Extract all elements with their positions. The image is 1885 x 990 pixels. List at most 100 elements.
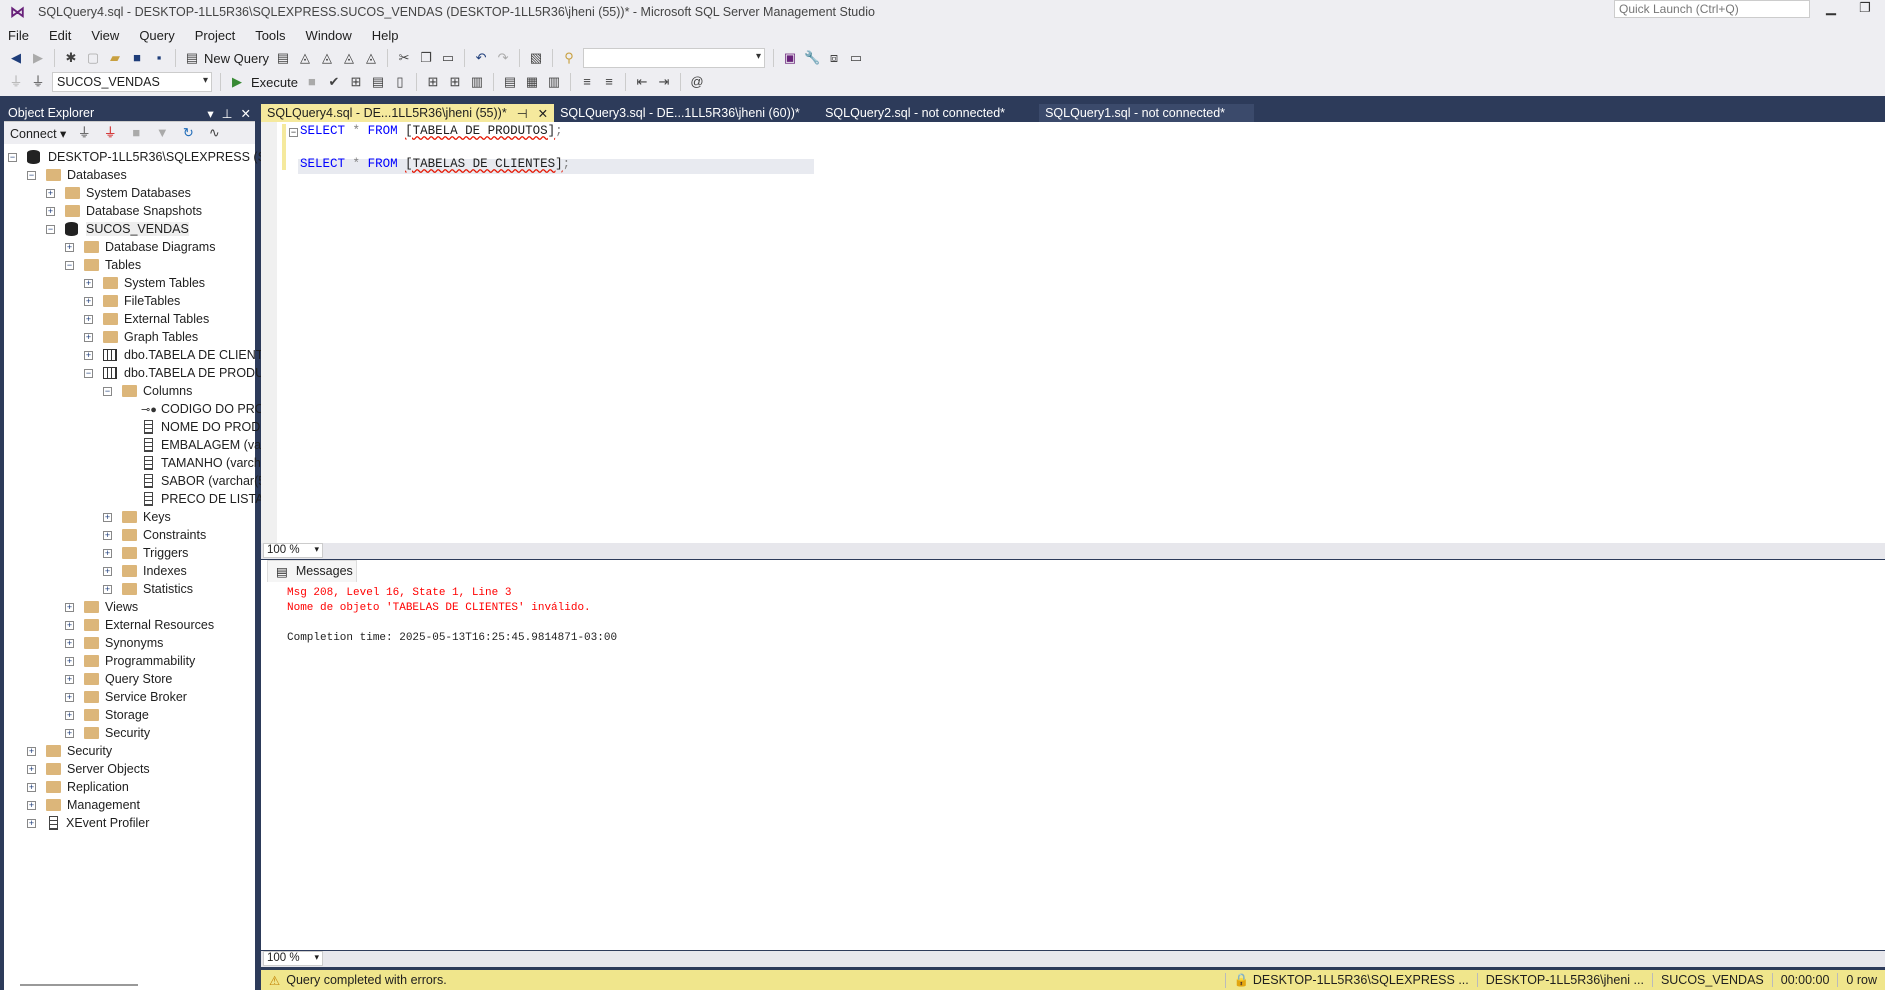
menu-query[interactable]: Query — [137, 28, 184, 43]
redo-icon[interactable]: ↷ — [495, 50, 511, 66]
tree-node[interactable]: + Constraints — [103, 526, 206, 544]
query-editor[interactable]: − SELECT * FROM [TABELA DE PRODUTOS]; SE… — [261, 122, 1885, 544]
collapse-icon[interactable]: − — [27, 170, 36, 180]
tree-node[interactable]: + Service Broker — [65, 688, 187, 706]
mdx-query-icon[interactable]: ◬ — [297, 50, 313, 66]
new-query-button[interactable]: ▤ New Query — [184, 50, 269, 66]
forward-icon[interactable]: ▶ — [30, 50, 46, 66]
pin-icon[interactable]: ⊣ — [517, 106, 528, 121]
collapse-icon[interactable]: − — [289, 128, 298, 137]
cut-icon[interactable]: ✂ — [396, 50, 412, 66]
tree-node[interactable]: + Database Snapshots — [46, 202, 202, 220]
tree-node[interactable]: + Keys — [103, 508, 171, 526]
tree-node[interactable]: + Programmability — [65, 652, 195, 670]
change-connection-icon[interactable]: ⏚ — [30, 74, 46, 90]
results-to-text-icon[interactable]: ▤ — [502, 74, 518, 90]
tree-node[interactable]: + System Tables — [84, 274, 205, 292]
expand-icon[interactable]: + — [27, 800, 36, 810]
tree-node[interactable]: + Storage — [65, 706, 149, 724]
increase-indent-icon[interactable]: ⇥ — [656, 74, 672, 90]
tree-node[interactable]: + XEvent Profiler — [27, 814, 149, 832]
connect-button[interactable]: Connect ▾ — [10, 126, 66, 141]
uncomment-icon[interactable]: ≡ — [601, 74, 617, 90]
dmx-query-icon[interactable]: ◬ — [319, 50, 335, 66]
tree-node[interactable]: + Security — [27, 742, 112, 760]
collapse-icon[interactable]: − — [84, 368, 93, 378]
tree-node[interactable]: − DESKTOP-1LL5R36\SQLEXPRESS (SQL Se — [8, 148, 301, 166]
save-all-icon[interactable]: ▪ — [151, 50, 167, 66]
tree-node[interactable]: − Databases — [27, 166, 127, 184]
expand-icon[interactable]: + — [103, 530, 112, 540]
tree-node[interactable]: EMBALAGEM (varc — [122, 436, 271, 454]
tree-node[interactable]: + Views — [65, 598, 138, 616]
tree-node[interactable]: + Security — [65, 724, 150, 742]
tree-node[interactable]: + Management — [27, 796, 140, 814]
collapse-icon[interactable]: − — [46, 224, 55, 234]
back-icon[interactable]: ◀ — [8, 50, 24, 66]
tree-node[interactable]: + Indexes — [103, 562, 187, 580]
tab-sqlquery1[interactable]: SQLQuery1.sql - not connected* — [1039, 104, 1255, 122]
expand-icon[interactable]: + — [103, 512, 112, 522]
add-item-icon[interactable]: ▢ — [85, 50, 101, 66]
activity-monitor-icon[interactable]: ∿ — [206, 125, 222, 141]
expand-icon[interactable]: + — [84, 332, 93, 342]
tab-sqlquery3[interactable]: SQLQuery3.sql - DE...1LL5R36\jheni (60))… — [554, 104, 819, 122]
query-options-icon[interactable]: ▤ — [370, 74, 386, 90]
tree-node[interactable]: − Columns — [103, 382, 192, 400]
parse-icon[interactable]: ✔ — [326, 74, 342, 90]
expand-icon[interactable]: + — [65, 710, 74, 720]
tree-node[interactable]: + Server Objects — [27, 760, 150, 778]
expand-icon[interactable]: + — [27, 818, 36, 828]
tree-node[interactable]: − dbo.TABELA DE PRODUTOS — [84, 364, 290, 382]
open-file-icon[interactable]: ▰ — [107, 50, 123, 66]
tab-sqlquery2[interactable]: SQLQuery2.sql - not connected* — [819, 104, 1039, 122]
menu-project[interactable]: Project — [193, 28, 245, 43]
disconnect-icon[interactable]: ⏚ — [102, 125, 118, 141]
activity-monitor-icon[interactable]: ▧ — [528, 50, 544, 66]
menu-help[interactable]: Help — [370, 28, 409, 43]
intellisense-icon[interactable]: ▯ — [392, 74, 408, 90]
tree-node[interactable]: − Tables — [65, 256, 141, 274]
find-combo[interactable] — [583, 48, 766, 68]
xmla-query-icon[interactable]: ◬ — [341, 50, 357, 66]
tree-node[interactable]: + External Resources — [65, 616, 214, 634]
expand-icon[interactable]: + — [65, 242, 74, 252]
editor-zoom-select[interactable]: 100 % ▾ — [263, 543, 323, 558]
execute-button[interactable]: ▶ Execute — [229, 74, 298, 90]
expand-icon[interactable]: + — [46, 206, 55, 216]
tree-node[interactable]: PRECO DE LISTA (s — [122, 490, 277, 508]
expand-icon[interactable]: + — [46, 188, 55, 198]
tree-node[interactable]: + dbo.TABELA DE CLIENTES — [84, 346, 280, 364]
wrench-icon[interactable]: 🔧 — [804, 50, 820, 66]
new-project-icon[interactable]: ✱ — [63, 50, 79, 66]
tree-node[interactable]: + System Databases — [46, 184, 191, 202]
specify-values-icon[interactable]: @ — [689, 74, 705, 90]
expand-icon[interactable]: + — [103, 566, 112, 576]
menu-file[interactable]: File — [6, 28, 39, 43]
expand-icon[interactable]: + — [84, 314, 93, 324]
tab-sqlquery4[interactable]: SQLQuery4.sql - DE...1LL5R36\jheni (55))… — [261, 104, 555, 122]
connect-icon[interactable]: ⏚ — [8, 74, 24, 90]
tree-node[interactable]: SABOR (varchar(50 — [122, 472, 272, 490]
expand-icon[interactable]: + — [84, 350, 93, 360]
restore-button[interactable]: ❐ — [1852, 0, 1878, 18]
paste-icon[interactable]: ▭ — [440, 50, 456, 66]
messages-tab[interactable]: ▤ Messages — [267, 560, 357, 582]
connect-plug-icon[interactable]: ⏚ — [76, 125, 92, 141]
expand-icon[interactable]: + — [65, 638, 74, 648]
menu-tools[interactable]: Tools — [253, 28, 295, 43]
dax-query-icon[interactable]: ◬ — [363, 50, 379, 66]
tree-node[interactable]: + Graph Tables — [84, 328, 198, 346]
collapse-icon[interactable]: − — [103, 386, 112, 396]
expand-icon[interactable]: + — [65, 620, 74, 630]
tree-node[interactable]: + Database Diagrams — [65, 238, 215, 256]
dropdown-icon[interactable]: ▾ — [207, 106, 213, 121]
stop-icon[interactable]: ■ — [128, 125, 144, 141]
command-window-icon[interactable]: ▭ — [848, 50, 864, 66]
close-tab-icon[interactable]: ✕ — [538, 106, 548, 121]
undo-icon[interactable]: ↶ — [473, 50, 489, 66]
tree-node[interactable]: + Statistics — [103, 580, 193, 598]
database-selector[interactable]: SUCOS_VENDAS — [52, 72, 212, 92]
collapse-icon[interactable]: − — [65, 260, 74, 270]
expand-icon[interactable]: + — [27, 746, 36, 756]
